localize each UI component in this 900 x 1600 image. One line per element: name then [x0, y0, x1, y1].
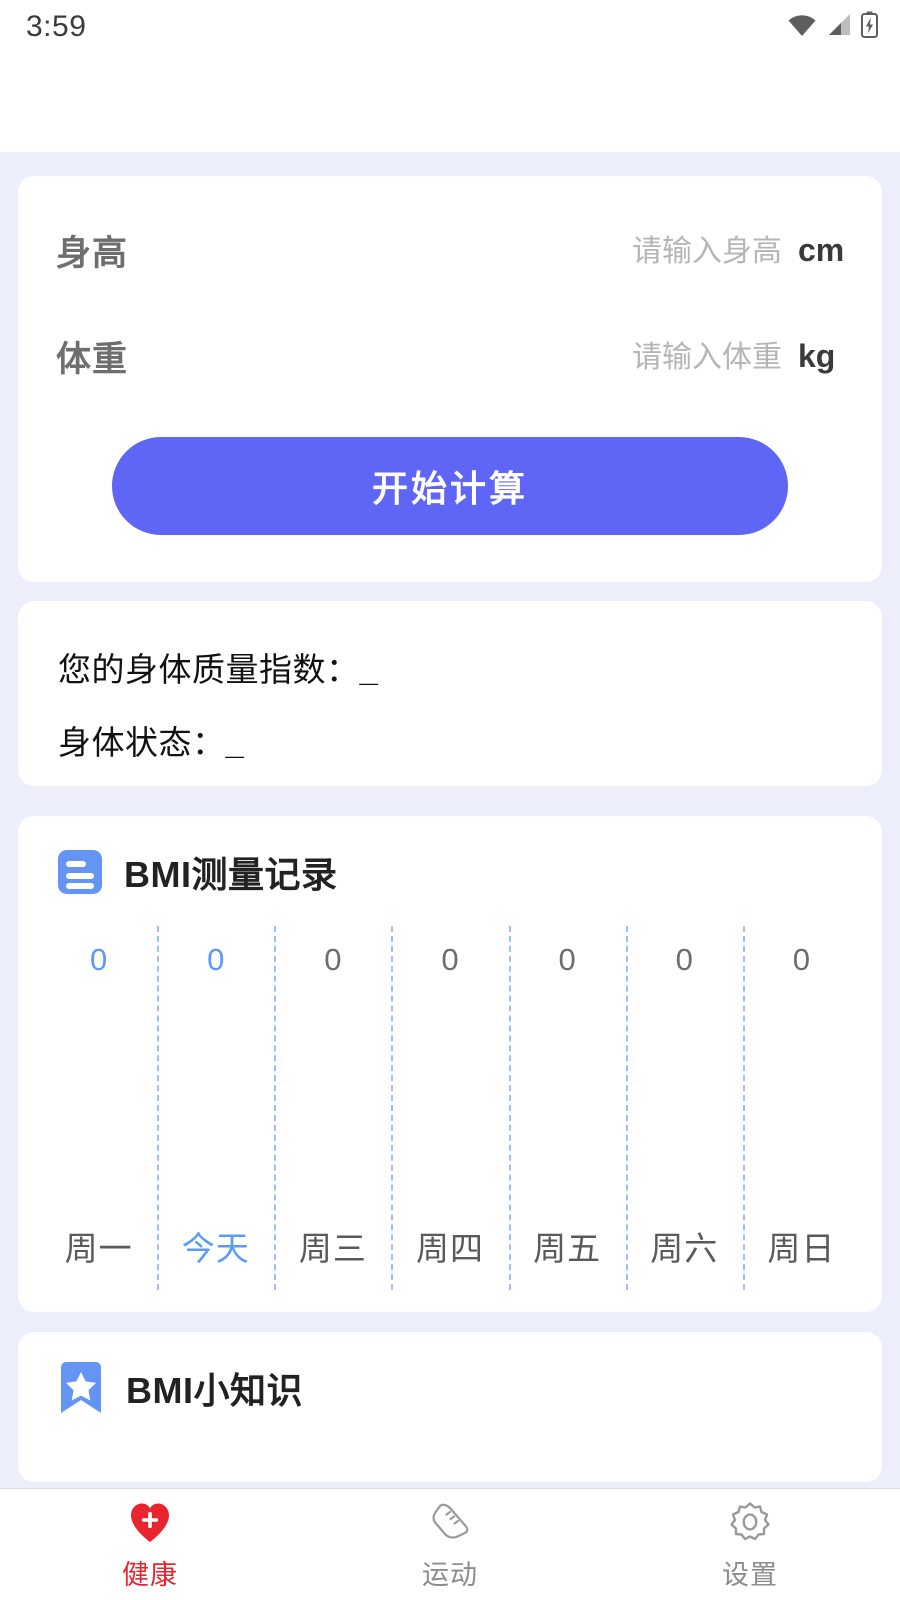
list-icon	[58, 850, 102, 894]
bottom-tab-bar: 健康 运动 设置	[0, 1488, 900, 1600]
chart-day-label: 周一	[64, 1230, 133, 1267]
bmi-history-title: BMI测量记录	[124, 854, 338, 895]
tab-settings[interactable]: 设置	[600, 1489, 900, 1600]
height-label: 身高	[56, 233, 129, 273]
chart-column[interactable]: 0 周一	[40, 920, 157, 1290]
bmi-tips-card[interactable]: BMI小知识	[18, 1332, 882, 1482]
height-field-row: 身高 cm	[56, 220, 848, 280]
chart-value-label: 0	[441, 942, 459, 977]
height-unit: cm	[798, 231, 845, 268]
height-input-group: cm	[522, 232, 848, 269]
chart-day-label: 周五	[533, 1230, 602, 1267]
shoe-icon	[428, 1497, 472, 1547]
heart-plus-icon	[128, 1497, 172, 1547]
chart-column[interactable]: 0 周五	[508, 920, 626, 1290]
chart-day-label: 周六	[650, 1230, 719, 1267]
cellular-signal-icon	[829, 13, 850, 35]
weight-unit: kg	[798, 337, 836, 374]
app-root: 3:59 身高 cm 体重	[0, 0, 900, 1600]
wifi-icon	[788, 14, 816, 36]
body-state-label: 身体状态：	[58, 724, 226, 761]
chart-value-label: 0	[558, 942, 576, 977]
status-bar-icons	[787, 11, 878, 38]
chart-value-label: 0	[324, 942, 342, 977]
chart-value-label: 0	[207, 942, 225, 977]
weight-input-group: kg	[522, 338, 848, 375]
status-bar-clock: 3:59	[26, 10, 87, 43]
tab-settings-label: 设置	[722, 1560, 778, 1590]
chart-day-label: 周四	[415, 1230, 484, 1267]
bmi-result-line: 您的身体质量指数：_	[58, 643, 378, 691]
bmi-tips-title: BMI小知识	[126, 1370, 303, 1411]
status-bar: 3:59	[0, 0, 900, 152]
tab-health-label: 健康	[122, 1560, 178, 1590]
chart-column[interactable]: 0 周日	[742, 920, 860, 1290]
weight-input[interactable]	[522, 340, 782, 375]
chart-day-label: 周三	[298, 1230, 367, 1267]
bmi-history-header: BMI测量记录	[58, 846, 338, 898]
chart-column[interactable]: 0 周六	[625, 920, 743, 1290]
chart-column[interactable]: 0 周四	[391, 920, 508, 1290]
chart-column[interactable]: 0 周三	[274, 920, 391, 1290]
battery-charging-icon	[861, 11, 878, 38]
gear-icon	[728, 1497, 772, 1547]
tab-exercise[interactable]: 运动	[300, 1489, 600, 1600]
weight-field-row: 体重 kg	[56, 326, 848, 386]
chart-day-label: 今天	[181, 1230, 250, 1267]
bmi-weekly-chart: 0 周一 0 今天 0 周三 0 周四 0 周五 0 周六 0 周日	[40, 920, 860, 1290]
chart-day-label: 周日	[767, 1230, 836, 1267]
body-state-line: 身体状态：_	[58, 716, 244, 764]
start-calculation-button[interactable]: 开始计算	[112, 437, 788, 535]
bmi-result-card: 您的身体质量指数：_ 身体状态：_	[18, 601, 882, 786]
tab-health[interactable]: 健康	[0, 1489, 300, 1600]
chart-value-label: 0	[89, 942, 108, 977]
bmi-history-card: BMI测量记录 0 周一 0 今天 0 周三 0 周四 0 周五 0 周六 0 周日	[18, 816, 882, 1312]
body-state-value: _	[225, 724, 245, 761]
height-input[interactable]	[522, 234, 782, 269]
bmi-result-value: _	[359, 651, 379, 688]
chart-value-label: 0	[675, 942, 693, 977]
chart-value-label: 0	[792, 942, 811, 977]
bookmark-star-icon	[61, 1362, 101, 1413]
bmi-tips-header: BMI小知识	[58, 1362, 303, 1414]
tab-exercise-label: 运动	[422, 1560, 478, 1590]
bmi-result-label: 您的身体质量指数：	[58, 651, 360, 688]
bmi-input-card: 身高 cm 体重 kg 开始计算	[18, 176, 882, 582]
weight-label: 体重	[56, 339, 129, 379]
chart-column[interactable]: 0 今天	[157, 920, 274, 1290]
